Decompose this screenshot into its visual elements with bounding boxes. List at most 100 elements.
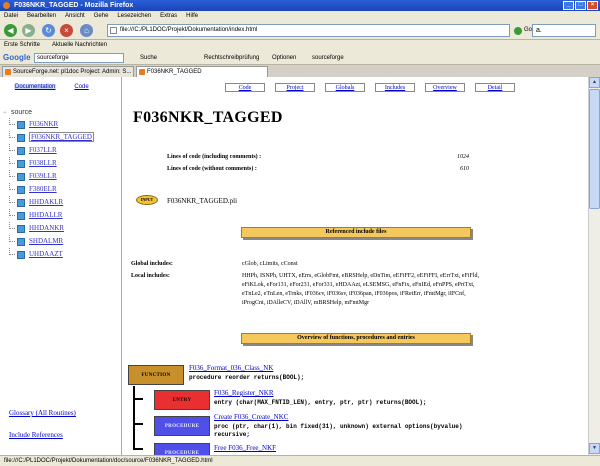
file-icon: [17, 160, 25, 168]
tree-item[interactable]: UHDAAZT: [3, 248, 94, 261]
loc-including-label: Lines of code (including comments) :: [167, 154, 262, 160]
local-includes-value: HHPh, ISNPh, UHTX, eErrs, eGlobFmt, eBRS…: [242, 273, 479, 306]
file-icon: [17, 199, 25, 207]
tree-root-source[interactable]: source: [3, 108, 94, 118]
scroll-thumb[interactable]: [589, 89, 600, 209]
tab-sourceforge[interactable]: SourceForge.net: pl1doc Project: Admin: …: [2, 66, 134, 77]
main-document-frame: Code Project Globals Includes Overview D…: [123, 77, 588, 455]
menu-edit[interactable]: Bearbeiten: [27, 11, 56, 21]
file-icon: [17, 147, 25, 155]
procedure-link[interactable]: Create F036_Create_NKC: [214, 413, 288, 421]
back-arrow-icon[interactable]: ◀: [4, 24, 17, 37]
forward-arrow-icon[interactable]: ▶: [22, 24, 35, 37]
go-button[interactable]: Go: [514, 24, 532, 37]
tree-connector: [133, 386, 143, 400]
procedure-signature: proc (ptr, char(1), bin fixed(31), unkno…: [214, 423, 463, 430]
firefox-icon: [3, 2, 10, 9]
scroll-up-icon[interactable]: ▲: [589, 77, 600, 88]
google-toolbar: Google sourceforge Suche Rechtschreibprü…: [0, 51, 600, 65]
tree-item[interactable]: HHDALLR: [3, 209, 94, 222]
global-includes-value: cGlob, cLimits, cConst: [242, 261, 298, 267]
scroll-down-icon[interactable]: ▼: [589, 443, 600, 454]
nav-project[interactable]: Project: [275, 83, 315, 92]
stop-icon[interactable]: ×: [60, 24, 73, 37]
menu-file[interactable]: Datei: [4, 11, 18, 21]
doc-nav-buttons: Code Project Globals Includes Overview D…: [225, 83, 515, 92]
tree-item[interactable]: SHDALMR: [3, 235, 94, 248]
google-sourceforge-button[interactable]: sourceforge: [312, 51, 344, 65]
file-icon: [17, 212, 25, 220]
file-icon: [17, 173, 25, 181]
menu-view[interactable]: Ansicht: [65, 11, 85, 21]
overview-header: Overview of functions, procedures and en…: [241, 333, 471, 344]
tree-item[interactable]: F380ELR: [3, 183, 94, 196]
nav-code[interactable]: Code: [225, 83, 265, 92]
tree-item[interactable]: F036NKR: [3, 118, 94, 131]
tree-connector: [133, 425, 143, 450]
tab-documentation[interactable]: Documentation: [14, 84, 57, 90]
file-icon: [17, 238, 25, 246]
tab-favicon: [5, 69, 11, 75]
input-file-icon: INPUT: [136, 195, 158, 205]
tree-item[interactable]: F038LLR: [3, 157, 94, 170]
entry-link[interactable]: F036_Register_NKR: [214, 389, 274, 397]
file-icon: [17, 251, 25, 259]
tree-item[interactable]: HHDANKR: [3, 222, 94, 235]
loc-without-value: 610: [460, 166, 469, 172]
nav-globals[interactable]: Globals: [325, 83, 365, 92]
close-icon[interactable]: ×: [587, 1, 598, 10]
tree-item-selected[interactable]: F036NKR_TAGGED: [3, 131, 94, 144]
tree-item[interactable]: F037LLR: [3, 144, 94, 157]
nav-overview[interactable]: Overview: [425, 83, 465, 92]
tab-bar: SourceForge.net: pl1doc Project: Admin: …: [0, 65, 600, 77]
google-search-button[interactable]: Suche: [140, 51, 157, 65]
window-title: F036NKR_TAGGED - Mozilla Firefox: [14, 2, 134, 9]
tab-favicon: [139, 69, 145, 75]
function-badge: FUNCTION: [128, 365, 184, 385]
google-logo[interactable]: Google: [3, 51, 31, 65]
google-spellcheck-button[interactable]: Rechtschreibprüfung: [204, 51, 259, 65]
bookmark-getting-started[interactable]: Erste Schritte: [4, 40, 40, 51]
google-options-button[interactable]: Optionen: [272, 51, 296, 65]
search-input[interactable]: a.: [532, 24, 596, 37]
reload-icon[interactable]: ↻: [42, 24, 55, 37]
glossary-link[interactable]: Glossary (All Routines): [9, 409, 76, 417]
procedure-badge: PROCEDURE: [154, 416, 210, 436]
window-controls: _ □ ×: [563, 1, 598, 10]
include-references-link[interactable]: Include References: [9, 431, 63, 439]
procedure-link[interactable]: Free F036_Free_NKF: [214, 444, 276, 452]
nav-detail[interactable]: Detail: [475, 83, 515, 92]
local-includes-label: Local includes:: [131, 273, 170, 279]
entry-badge: ENTRY: [154, 390, 210, 410]
page-content: Documentation Code source F036NKR F036NK…: [0, 77, 600, 455]
menu-tools[interactable]: Extras: [160, 11, 177, 21]
menu-bookmarks[interactable]: Lesezeichen: [117, 11, 151, 21]
page-title: F036NKR_TAGGED: [133, 109, 283, 126]
menu-go[interactable]: Gehe: [94, 11, 109, 21]
left-nav-tabs: Documentation Code: [14, 84, 89, 90]
minimize-icon[interactable]: _: [563, 1, 574, 10]
file-icon: [17, 225, 25, 233]
status-bar: file:///C:/PL1DOC/Projekt/Dokumentation/…: [0, 455, 600, 466]
entry-signature: entry (char(MAX_FNTID_LEN), entry, ptr, …: [214, 399, 427, 406]
bookmark-latest-news[interactable]: Aktuelle Nachrichten: [52, 40, 107, 51]
tab-code[interactable]: Code: [74, 84, 88, 90]
tree-item[interactable]: HHDAKLR: [3, 196, 94, 209]
function-link[interactable]: F036_Format_036_Class_NK: [189, 364, 273, 372]
file-icon: [17, 121, 25, 129]
loc-without-label: Lines of code (without comments) :: [167, 166, 257, 172]
menu-help[interactable]: Hilfe: [186, 11, 198, 21]
home-icon[interactable]: ⌂: [80, 24, 93, 37]
url-input[interactable]: file:///C:/PL1DOC/Projekt/Dokumentation/…: [107, 24, 510, 37]
navigation-toolbar: ◀ ▶ ↻ × ⌂ file:///C:/PL1DOC/Projekt/Doku…: [0, 21, 600, 40]
tree-connector: [133, 400, 143, 425]
menu-bar: Datei Bearbeiten Ansicht Gehe Lesezeiche…: [0, 11, 600, 21]
nav-includes[interactable]: Includes: [375, 83, 415, 92]
google-search-input[interactable]: sourceforge: [34, 53, 124, 63]
bookmarks-toolbar: Erste Schritte Aktuelle Nachrichten: [0, 40, 600, 51]
maximize-icon[interactable]: □: [575, 1, 586, 10]
file-icon: [17, 186, 25, 194]
tree-item[interactable]: F039LLR: [3, 170, 94, 183]
vertical-scrollbar[interactable]: ▲ ▼: [588, 77, 600, 455]
tab-f036nkr-tagged[interactable]: F036NKR_TAGGED: [136, 66, 268, 77]
